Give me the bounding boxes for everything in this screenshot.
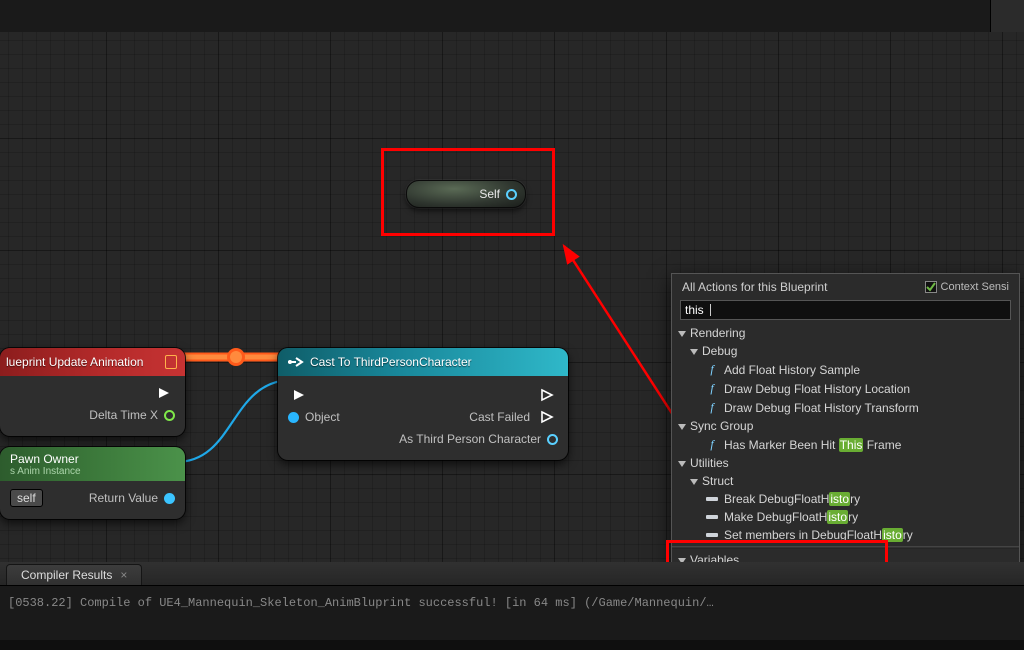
category-debug[interactable]: Debug xyxy=(672,342,1019,360)
return-value-pin[interactable] xyxy=(164,493,175,504)
category-sync-group[interactable]: Sync Group xyxy=(672,417,1019,435)
node-self[interactable]: Self xyxy=(406,180,526,208)
category-struct[interactable]: Struct xyxy=(672,472,1019,490)
bookmark-icon xyxy=(165,355,177,369)
pawn-node-header: Pawn Owner s Anim Instance xyxy=(0,447,185,481)
pawn-node-subtitle: s Anim Instance xyxy=(10,466,177,477)
action-has-marker-been-hit[interactable]: fHas Marker Been Hit This Frame xyxy=(672,435,1019,454)
cast-icon xyxy=(288,356,304,368)
exec-out-pin[interactable] xyxy=(540,388,554,402)
tab-label: Compiler Results xyxy=(21,568,112,582)
exec-in-pin[interactable] xyxy=(292,388,306,402)
category-rendering[interactable]: Rendering xyxy=(672,324,1019,342)
node-cast-to-thirdpersoncharacter[interactable]: Cast To ThirdPersonCharacter Object Cast… xyxy=(278,348,568,460)
as-character-pin[interactable] xyxy=(547,434,558,445)
action-add-float-history-sample[interactable]: fAdd Float History Sample xyxy=(672,360,1019,379)
editor-top-strip xyxy=(0,0,1024,32)
exec-out-pin[interactable] xyxy=(157,386,171,400)
context-sensitive-label: Context Sensi xyxy=(941,281,1009,293)
event-node-header: lueprint Update Animation xyxy=(0,348,185,376)
compiler-log-line: [0538.22] Compile of UE4_Mannequin_Skele… xyxy=(8,596,714,610)
cast-failed-label: Cast Failed xyxy=(469,410,530,424)
node-event-update-animation[interactable]: lueprint Update Animation Delta Time X xyxy=(0,348,185,436)
cast-node-header: Cast To ThirdPersonCharacter xyxy=(278,348,568,376)
action-set-members-debugfloathistory[interactable]: Set members in DebugFloatHistory xyxy=(672,526,1019,544)
node-self-label: Self xyxy=(479,187,500,201)
event-node-title: lueprint Update Animation xyxy=(6,355,161,369)
delta-time-label: Delta Time X xyxy=(89,408,158,422)
compiler-results-panel: Compiler Results × [0538.22] Compile of U… xyxy=(0,562,1024,640)
context-menu-title-row: All Actions for this Blueprint Context S… xyxy=(672,274,1019,298)
context-sensitive-checkbox[interactable]: Context Sensi xyxy=(925,281,1009,293)
close-icon[interactable]: × xyxy=(120,568,127,582)
return-value-label: Return Value xyxy=(89,491,158,505)
category-utilities[interactable]: Utilities xyxy=(672,454,1019,472)
tab-compiler-results[interactable]: Compiler Results × xyxy=(6,564,142,585)
self-output-pin[interactable] xyxy=(506,189,517,200)
object-in-pin[interactable] xyxy=(288,412,299,423)
context-action-tree: Rendering Debug fAdd Float History Sampl… xyxy=(672,322,1019,589)
object-label: Object xyxy=(305,410,340,424)
action-draw-debug-float-history-transform[interactable]: fDraw Debug Float History Transform xyxy=(672,398,1019,417)
target-self-chip[interactable]: self xyxy=(10,489,43,507)
cast-failed-pin[interactable] xyxy=(540,410,554,424)
action-draw-debug-float-history-location[interactable]: fDraw Debug Float History Location xyxy=(672,379,1019,398)
context-menu-title: All Actions for this Blueprint xyxy=(682,280,827,294)
node-pawn-owner[interactable]: Pawn Owner s Anim Instance self Return V… xyxy=(0,447,185,519)
action-break-debugfloathistory[interactable]: Break DebugFloatHistory xyxy=(672,490,1019,508)
delta-time-pin[interactable] xyxy=(164,410,175,421)
action-make-debugfloathistory[interactable]: Make DebugFloatHistory xyxy=(672,508,1019,526)
blueprint-context-menu[interactable]: All Actions for this Blueprint Context S… xyxy=(671,273,1020,594)
context-search-text: this xyxy=(681,303,706,317)
cast-node-title: Cast To ThirdPersonCharacter xyxy=(310,355,472,369)
pawn-node-title: Pawn Owner xyxy=(10,452,177,466)
compiler-log[interactable]: [0538.22] Compile of UE4_Mannequin_Skele… xyxy=(0,586,1024,640)
context-search-input[interactable]: this xyxy=(680,300,1011,320)
as-character-label: As Third Person Character xyxy=(399,432,541,446)
tab-strip: Compiler Results × xyxy=(0,562,1024,586)
